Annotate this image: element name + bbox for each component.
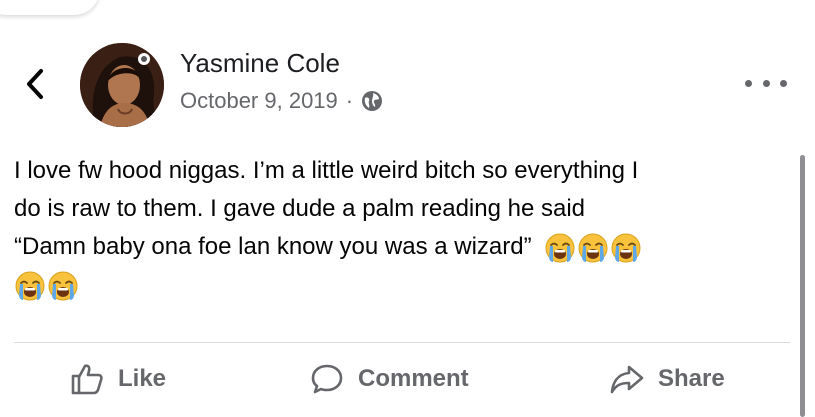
post-meta: October 9, 2019 · [180,88,383,114]
back-button[interactable] [18,64,52,104]
post-text: I love fw hood niggas. I’m a little weir… [14,152,774,304]
comment-button[interactable]: Comment [310,363,469,395]
emoji-group [14,270,79,302]
like-button[interactable]: Like [70,363,166,395]
post-text-line: do is raw to them. I gave dude a palm re… [14,195,586,222]
post-screen: Yasmine Cole October 9, 2019 · I love fw… [0,0,815,417]
avatar-image [80,43,164,127]
loudly-crying-face-icon [48,271,78,301]
share-button[interactable]: Share [610,363,725,395]
globe-icon [362,91,383,111]
meta-separator: · [345,88,354,113]
more-dot [745,79,752,87]
like-label: Like [118,365,167,392]
loudly-crying-face-icon [578,233,608,263]
loudly-crying-face-icon [611,233,641,263]
loudly-crying-face-icon [15,271,45,301]
post-text-line [14,266,774,304]
emoji-group [544,232,642,264]
share-icon [610,365,644,394]
post-text-line: “Damn baby ona foe lan know you was a wi… [14,228,774,266]
avatar[interactable] [80,43,164,127]
more-dot [780,79,787,87]
author-name[interactable]: Yasmine Cole [180,48,340,79]
top-notch [0,0,100,15]
comment-label: Comment [358,365,469,392]
more-dot [762,79,770,87]
post-text-quote: “Damn baby ona foe lan know you was a wi… [14,233,532,260]
thumbs-up-icon [71,364,103,395]
scrollbar[interactable] [800,155,805,417]
loudly-crying-face-icon [545,233,575,263]
share-label: Share [658,365,725,392]
post-date[interactable]: October 9, 2019 [180,88,338,114]
post-text-line: I love fw hood niggas. I’m a little weir… [14,157,639,184]
action-bar: Like Comment Share [0,343,800,417]
chevron-left-icon [27,69,43,99]
comment-icon [311,364,343,394]
more-options-button[interactable] [745,72,787,94]
